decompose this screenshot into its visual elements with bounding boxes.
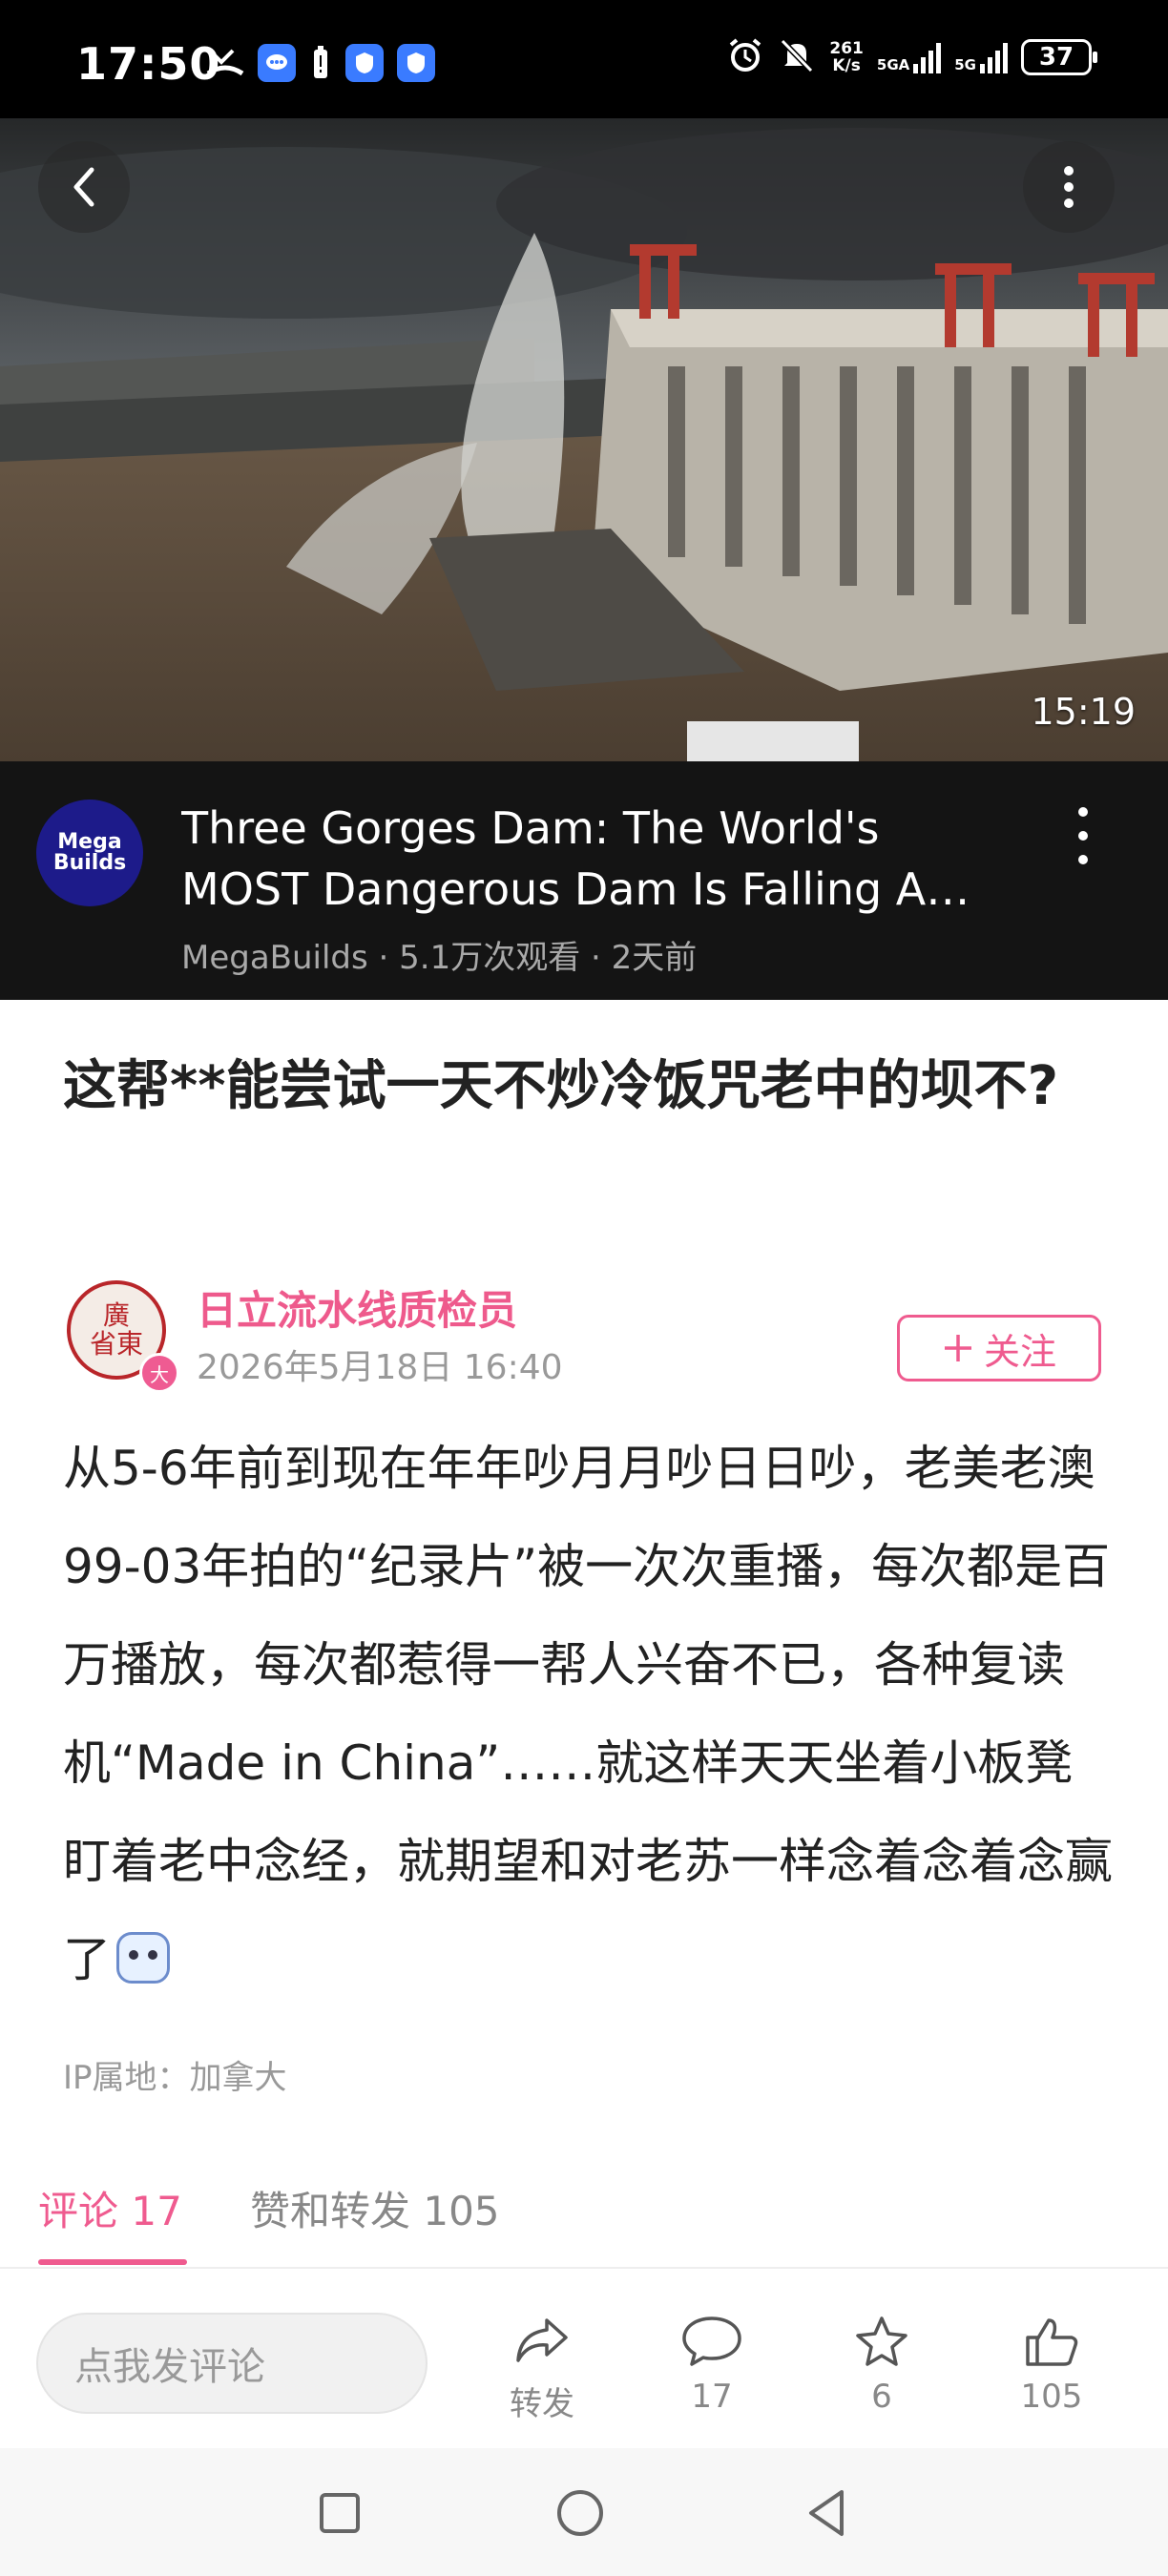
tab-likes-reposts[interactable]: 赞和转发 105 [250,2179,500,2237]
video-meta: MegaBuilds · 5.1万次观看 · 2天前 [181,939,698,977]
author-name[interactable]: 日立流水线质检员 [197,1278,517,1337]
circle-icon [557,2490,603,2536]
like-count: 105 [1020,2378,1083,2416]
status-time: 17:50 [76,38,221,90]
post-date: 2026年5月18日 16:40 [197,1348,563,1387]
video-title-line: Three Gorges Dam: The World's [181,802,880,854]
post-title: 这帮**能尝试一天不炒冷饭咒老中的坝不? [63,1055,1059,1117]
home-button[interactable] [552,2484,609,2542]
battery-icon: 37 [1021,39,1097,75]
star-icon [856,2316,907,2366]
follow-label: 关注 [983,1330,1056,1373]
channel-avatar[interactable]: Mega Builds [36,800,143,906]
channel-logo-text: Builds [52,851,127,875]
battery-alert-icon [309,44,332,82]
share-icon [516,2318,568,2362]
channel-logo-text: Mega [57,830,122,854]
message-icon [258,44,296,82]
comment-button[interactable]: 17 [655,2315,769,2416]
alarm-icon [726,36,764,78]
square-icon [320,2493,360,2533]
repost-button[interactable]: 转发 [485,2315,599,2424]
mute-icon [778,36,816,78]
video-thumbnail [0,118,1168,761]
triangle-back-icon [809,2490,844,2536]
post-body: 从5-6年前到现在年年吵月月吵日日吵，老美老澳99-03年拍的“纪录片”被一次次… [63,1420,1116,2009]
back-arrow-icon [73,167,94,207]
app-icon [397,44,435,82]
recent-apps-button[interactable] [311,2484,368,2542]
follow-button[interactable]: 关注 [897,1315,1101,1381]
back-nav-button[interactable] [798,2484,855,2542]
verified-badge: 大 [139,1353,179,1393]
emoji-icon [116,1932,170,1984]
video-player[interactable]: 15:19 [0,118,1168,761]
app-icon [345,44,384,82]
favorite-count: 6 [871,2378,892,2416]
thumbs-up-icon [1026,2318,1078,2366]
net-speed: 261 K/s [829,39,864,75]
more-options-button[interactable] [1023,141,1115,233]
tab-bar: 评论 17 赞和转发 105 [0,2166,1168,2273]
signal-icon: 5GA [877,41,942,73]
missed-call-icon [206,44,244,82]
status-right-icons: 261 K/s 5GA 5G 37 [726,36,1097,78]
comment-input[interactable]: 点我发评论 [36,2313,428,2414]
video-title[interactable]: Three Gorges Dam: The World's MOST Dange… [181,798,1021,920]
video-more-icon[interactable] [1069,807,1097,864]
back-button[interactable] [38,141,130,233]
video-title-line: MOST Dangerous Dam Is Falling A… [181,863,970,915]
more-vertical-icon [1064,166,1074,208]
post-body-text: 从5-6年前到现在年年吵月月吵日日吵，老美老澳99-03年拍的“纪录片”被一次次… [63,1441,1113,1987]
like-button[interactable]: 105 [994,2315,1109,2416]
status-bar: 17:50 261 K/s 5GA 5G 37 [0,0,1168,118]
status-left-icons [206,44,435,82]
tab-indicator [38,2259,187,2265]
ip-location: IP属地：加拿大 [63,2059,287,2097]
tab-comments[interactable]: 评论 17 [38,2179,182,2237]
comment-icon [682,2316,741,2366]
signal-icon: 5G [954,41,1008,73]
repost-label: 转发 [510,2385,574,2423]
video-duration: 15:19 [1031,691,1136,733]
comment-count: 17 [691,2378,733,2416]
plus-icon [944,1335,971,1361]
favorite-button[interactable]: 6 [824,2315,939,2416]
